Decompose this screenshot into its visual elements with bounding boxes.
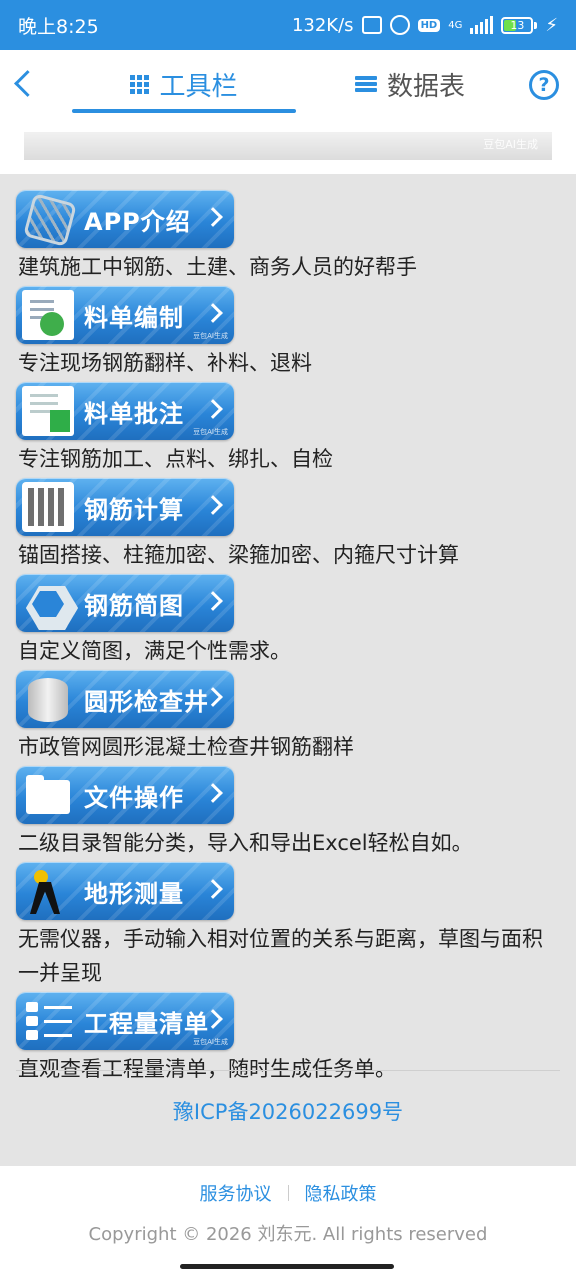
- list-item: 钢筋计算 锚固搭接、柱箍加密、梁箍加密、内箍尺寸计算: [16, 478, 560, 574]
- chevron-right-icon: [203, 207, 223, 227]
- tab-tools-label: 工具栏: [159, 71, 238, 102]
- status-icons: 132K/s HD 4G 13 ⚡: [292, 15, 558, 36]
- list-icon: [354, 76, 377, 92]
- tool-list: APP介绍 建筑施工中钢筋、土建、商务人员的好帮手 料单编制 豆包AI生成 专注…: [16, 190, 560, 1088]
- list-item: APP介绍 建筑施工中钢筋、土建、商务人员的好帮手: [16, 190, 560, 286]
- list-item: 文件操作 二级目录智能分类，导入和导出Excel轻松自如。: [16, 766, 560, 862]
- item-description: 市政管网圆形混凝土检查井钢筋翻样: [18, 735, 354, 759]
- charging-icon: ⚡: [545, 14, 558, 36]
- tab-data-table[interactable]: 数据表: [330, 58, 490, 110]
- list-icon: [22, 996, 74, 1046]
- status-bar: 晚上8:25 132K/s HD 4G 13 ⚡: [0, 0, 576, 50]
- signal-icon: [470, 16, 494, 34]
- button-label: 料单批注: [84, 399, 184, 428]
- battery-level: 13: [510, 18, 525, 32]
- nfc-icon: [361, 16, 382, 34]
- button-label: 钢筋简图: [84, 591, 184, 620]
- divider: [16, 1070, 560, 1071]
- grid-icon: [130, 74, 150, 94]
- service-agreement-link[interactable]: 服务协议: [200, 1180, 272, 1206]
- polyhedron-icon: [22, 194, 74, 244]
- chevron-right-icon: [203, 879, 223, 899]
- status-time: 晚上8:25: [18, 15, 99, 38]
- rebar-sketch-button[interactable]: 钢筋简图: [16, 574, 234, 632]
- list-item: 工程量清单 豆包AI生成 直观查看工程量清单，随时生成任务单。: [16, 992, 560, 1088]
- calculator-icon: [22, 482, 74, 532]
- copyright: Copyright © 2026 刘东元. All rights reserve…: [88, 1224, 488, 1245]
- tab-data-label: 数据表: [386, 71, 465, 102]
- manhole-button[interactable]: 圆形检查井: [16, 670, 234, 728]
- home-indicator[interactable]: [180, 1264, 394, 1269]
- network-type: 4G: [448, 19, 463, 31]
- surveyor-icon: [22, 866, 74, 916]
- item-description: 无需仪器，手动输入相对位置的关系与距离，草图与面积一并呈现: [18, 927, 543, 985]
- footer-links: 服务协议 隐私政策: [0, 1180, 576, 1206]
- chevron-right-icon: [203, 303, 223, 323]
- tab-tools[interactable]: 工具栏: [72, 58, 296, 113]
- bill-of-quantities-button[interactable]: 工程量清单 豆包AI生成: [16, 992, 234, 1050]
- list-item: 料单批注 豆包AI生成 专注钢筋加工、点料、绑扎、自检: [16, 382, 560, 478]
- annotation-icon: [22, 386, 74, 436]
- button-label: 文件操作: [84, 783, 184, 812]
- item-description: 二级目录智能分类，导入和导出Excel轻松自如。: [18, 831, 473, 855]
- privacy-policy-link[interactable]: 隐私政策: [305, 1180, 377, 1206]
- item-description: 专注现场钢筋翻样、补料、退料: [18, 351, 312, 375]
- button-label: 钢筋计算: [84, 495, 184, 524]
- ai-watermark: 豆包AI生成: [193, 1038, 228, 1046]
- ai-watermark: 豆包AI生成: [193, 332, 228, 340]
- document-icon: [22, 290, 74, 340]
- button-label: 工程量清单: [84, 1009, 209, 1038]
- list-item: 料单编制 豆包AI生成 专注现场钢筋翻样、补料、退料: [16, 286, 560, 382]
- item-description: 专注钢筋加工、点料、绑扎、自检: [18, 447, 333, 471]
- terrain-survey-button[interactable]: 地形测量: [16, 862, 234, 920]
- help-icon[interactable]: ?: [529, 70, 559, 100]
- battery-icon: 13: [501, 16, 538, 34]
- back-icon[interactable]: [10, 64, 42, 104]
- list-item: 钢筋简图 自定义简图，满足个性需求。: [16, 574, 560, 670]
- button-label: 地形测量: [84, 879, 184, 908]
- app-header: 工具栏 数据表 ?: [0, 50, 576, 118]
- file-operation-button[interactable]: 文件操作: [16, 766, 234, 824]
- chevron-right-icon: [203, 399, 223, 419]
- top-banner: 豆包AI生成: [0, 118, 576, 174]
- rebar-calc-button[interactable]: 钢筋计算: [16, 478, 234, 536]
- chevron-right-icon: [203, 783, 223, 803]
- item-description: 自定义简图，满足个性需求。: [18, 639, 291, 663]
- folder-icon: [22, 770, 74, 820]
- button-label: APP介绍: [84, 207, 191, 236]
- active-tab-indicator: [72, 109, 296, 113]
- list-item: 圆形检查井 市政管网圆形混凝土检查井钢筋翻样: [16, 670, 560, 766]
- link-separator: [287, 1185, 289, 1201]
- chevron-right-icon: [203, 495, 223, 515]
- item-description: 建筑施工中钢筋、土建、商务人员的好帮手: [18, 255, 417, 279]
- button-label: 圆形检查井: [84, 687, 209, 716]
- ai-watermark: 豆包AI生成: [193, 428, 228, 436]
- button-label: 料单编制: [84, 303, 184, 332]
- icp-link[interactable]: 豫ICP备2026022699号: [0, 1096, 576, 1126]
- hd-icon: HD: [417, 18, 441, 32]
- manhole-icon: [22, 674, 74, 724]
- footer: 服务协议 隐私政策 Copyright © 2026 刘东元. All righ…: [0, 1166, 576, 1280]
- hexagon-icon: [22, 578, 74, 628]
- app-intro-button[interactable]: APP介绍: [16, 190, 234, 248]
- alarm-icon: [389, 15, 410, 35]
- material-list-edit-button[interactable]: 料单编制 豆包AI生成: [16, 286, 234, 344]
- chevron-right-icon: [203, 591, 223, 611]
- item-description: 锚固搭接、柱箍加密、梁箍加密、内箍尺寸计算: [18, 543, 459, 567]
- list-item: 地形测量 无需仪器，手动输入相对位置的关系与距离，草图与面积一并呈现: [16, 862, 560, 992]
- material-list-annotate-button[interactable]: 料单批注 豆包AI生成: [16, 382, 234, 440]
- net-speed: 132K/s: [291, 14, 354, 36]
- banner-watermark: 豆包AI生成: [483, 138, 538, 151]
- banner-image: [24, 132, 552, 160]
- item-description: 直观查看工程量清单，随时生成任务单。: [18, 1057, 396, 1081]
